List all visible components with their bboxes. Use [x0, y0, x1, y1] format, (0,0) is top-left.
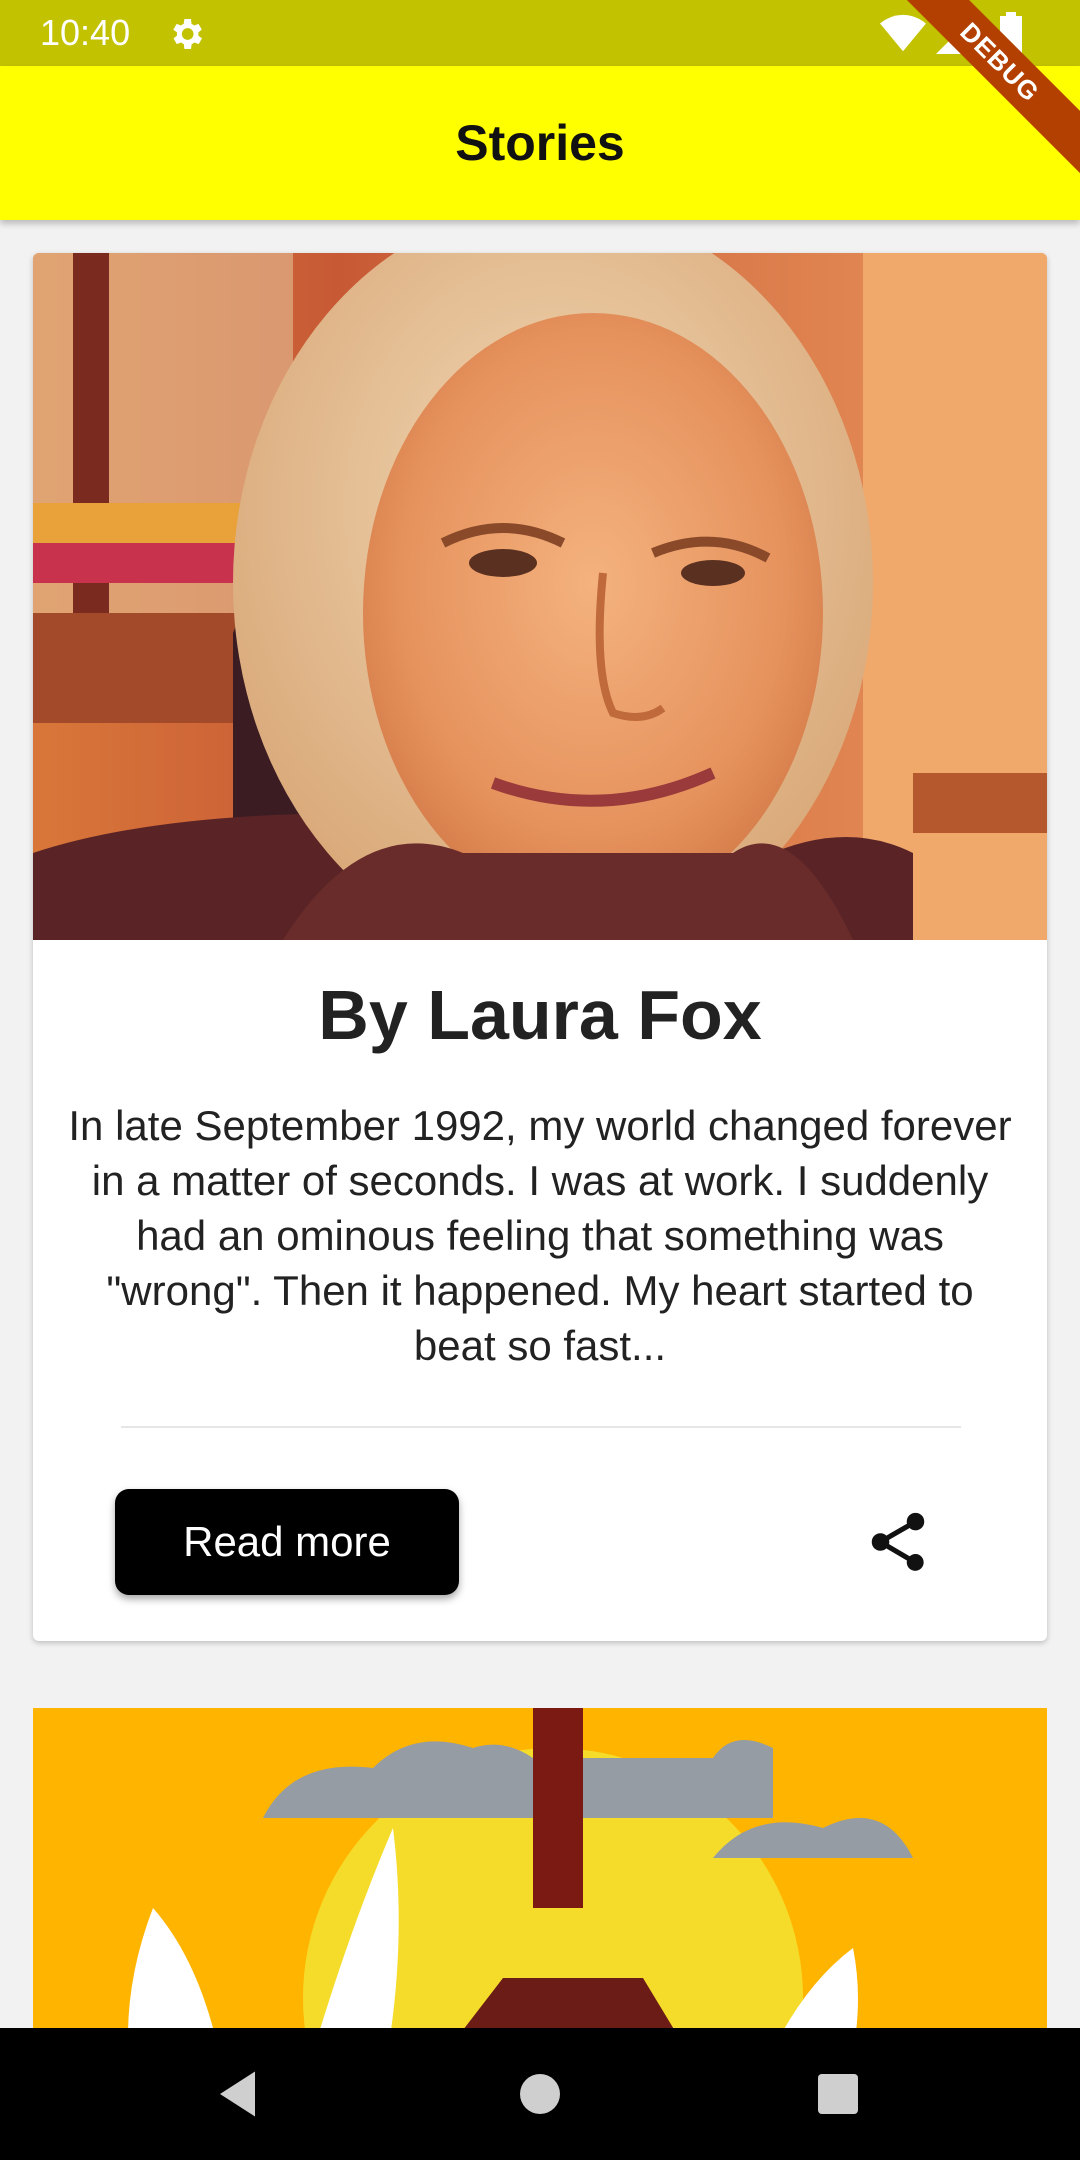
read-more-button[interactable]: Read more	[115, 1489, 459, 1595]
nav-bar	[0, 2028, 1080, 2160]
story-excerpt: In late September 1992, my world changed…	[68, 1102, 1012, 1369]
share-icon[interactable]	[863, 1506, 933, 1578]
wifi-icon	[880, 14, 926, 52]
status-time: 10:40	[40, 12, 131, 53]
back-icon[interactable]	[210, 2064, 270, 2124]
story-card: By Laura Fox In late September 1992, my …	[33, 253, 1047, 1641]
app-bar: Stories	[0, 66, 1080, 220]
divider	[121, 1426, 961, 1428]
story-author: By Laura Fox	[318, 976, 762, 1054]
page-title: Stories	[455, 115, 625, 171]
author-photo	[33, 253, 1047, 940]
home-icon[interactable]	[510, 2064, 570, 2124]
recents-icon[interactable]	[808, 2064, 868, 2124]
gear-icon	[173, 19, 202, 49]
